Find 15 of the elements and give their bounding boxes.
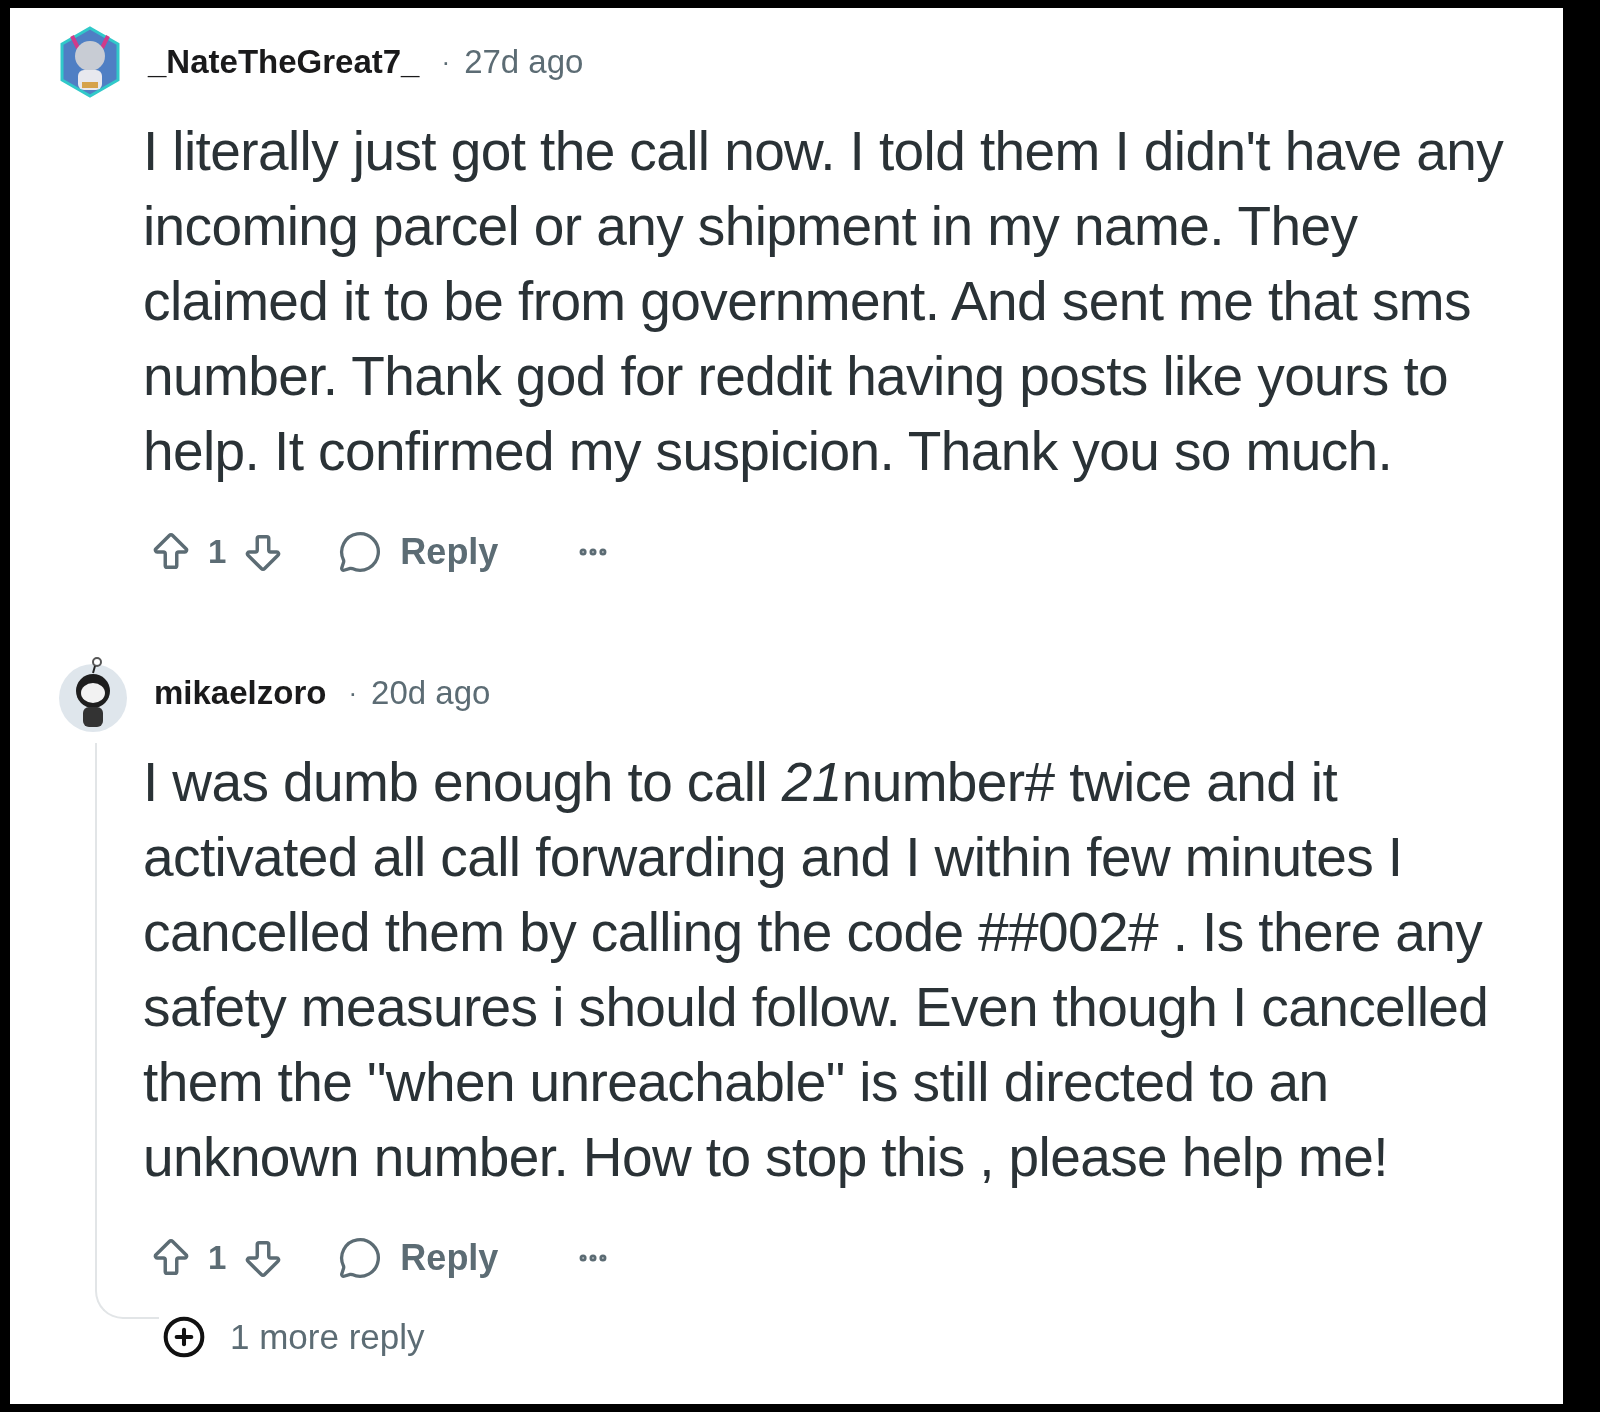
username[interactable]: mikaelzoro: [154, 674, 327, 712]
timestamp: 20d ago: [371, 674, 491, 712]
vote-count: 1: [208, 1239, 227, 1277]
separator-dot: ·: [348, 677, 358, 709]
username[interactable]: _NateTheGreat7_: [148, 43, 420, 81]
speech-bubble-icon: [338, 530, 383, 574]
timestamp: 27d ago: [464, 43, 584, 81]
speech-bubble-icon: [338, 1236, 383, 1280]
vote-count: 1: [208, 533, 227, 571]
separator-dot: ·: [441, 46, 451, 78]
reply-button[interactable]: Reply: [338, 530, 499, 574]
reply-button[interactable]: Reply: [338, 1236, 499, 1280]
comment-text: I was dumb enough to call 21number# twice and it activated all call forwarding and I within few minutes I cancelled them by calling the code ##002# . Is there any safety measures i should follow. Even though I cancelled them the "when unreachable" is still directed to an unknown number. How to stop this , please help me!: [143, 750, 1490, 1190]
comment-text: I literally just got the call now. I told them I didn't have any incoming parcel or any shipment in my name. They claimed it to be from government. And sent me that sms number. Thank god for reddit having posts like yours to help. It confirmed my suspicion. Thank you so much.: [143, 119, 1505, 484]
more-replies-link[interactable]: 1 more reply: [162, 1315, 1563, 1359]
